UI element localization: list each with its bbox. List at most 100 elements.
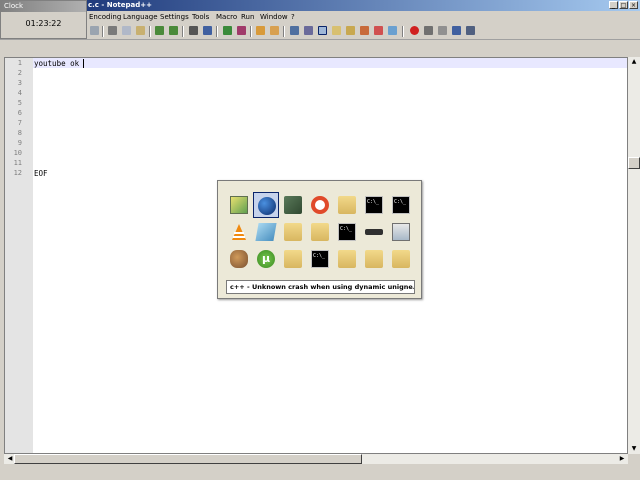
switcher-item-terminal[interactable]: C:\_ xyxy=(388,192,414,218)
view-icon[interactable] xyxy=(388,26,397,35)
line-number: 5 xyxy=(17,99,22,107)
clock-title: Clock xyxy=(1,1,86,12)
switcher-item-folder[interactable] xyxy=(280,246,306,272)
sync-horizontal-icon[interactable] xyxy=(270,26,279,35)
word-wrap-icon[interactable] xyxy=(290,26,299,35)
switcher-item-globe[interactable] xyxy=(253,192,279,218)
copy-icon[interactable] xyxy=(122,26,131,35)
redo-icon[interactable] xyxy=(169,26,178,35)
scroll-right-icon[interactable]: ▶ xyxy=(616,454,628,464)
title-bar: c.c - Notepad++ _ □ × xyxy=(0,0,640,11)
switcher-item-utorrent[interactable]: µ xyxy=(253,246,279,272)
toolbar-separator xyxy=(102,26,104,37)
show-all-characters-icon[interactable] xyxy=(304,26,313,35)
menu-macro[interactable]: Macro xyxy=(216,13,237,21)
folder-icon xyxy=(284,223,302,241)
terminal-icon: C:\_ xyxy=(365,196,383,214)
maximize-button[interactable]: □ xyxy=(619,1,628,9)
zoom-out-icon[interactable] xyxy=(237,26,246,35)
toolbar-separator xyxy=(283,26,285,37)
folder-icon xyxy=(392,250,410,268)
switcher-item-help[interactable] xyxy=(307,192,333,218)
switcher-item-folder[interactable] xyxy=(361,246,387,272)
horizontal-scroll-thumb[interactable] xyxy=(14,454,362,464)
minimize-button[interactable]: _ xyxy=(609,1,618,9)
menu-settings[interactable]: Settings xyxy=(160,13,189,21)
switcher-item-folder[interactable] xyxy=(280,219,306,245)
document-map-icon[interactable] xyxy=(346,26,355,35)
folder-icon xyxy=(284,250,302,268)
zoom-in-icon[interactable] xyxy=(223,26,232,35)
switcher-item-gimp[interactable] xyxy=(226,246,252,272)
switcher-item-paint[interactable] xyxy=(226,192,252,218)
switcher-item-notepad[interactable] xyxy=(253,219,279,245)
switcher-item-terminal[interactable]: C:\_ xyxy=(307,246,333,272)
switcher-item-drive[interactable] xyxy=(361,219,387,245)
code-line[interactable]: EOF xyxy=(34,169,48,178)
switcher-item-folder[interactable] xyxy=(307,219,333,245)
menu-help[interactable]: ? xyxy=(291,13,295,21)
network-icon xyxy=(284,196,302,214)
menu-window[interactable]: Window xyxy=(260,13,288,21)
menu-encoding[interactable]: Encoding xyxy=(89,13,121,21)
monitoring-icon[interactable] xyxy=(374,26,383,35)
close-button[interactable]: × xyxy=(629,1,638,9)
code-line[interactable]: youtube ok xyxy=(34,59,79,68)
line-number: 7 xyxy=(17,119,22,127)
line-number: 8 xyxy=(17,129,22,137)
switcher-item-folder[interactable] xyxy=(334,246,360,272)
switcher-item-network[interactable] xyxy=(280,192,306,218)
folder-icon xyxy=(311,223,329,241)
run-macro-multiple-icon[interactable] xyxy=(452,26,461,35)
switcher-item-terminal[interactable]: C:\_ xyxy=(334,219,360,245)
window-title: c.c - Notepad++ xyxy=(88,1,152,9)
vertical-scroll-thumb[interactable] xyxy=(628,157,640,169)
vertical-scrollbar[interactable]: ▲ ▼ xyxy=(628,57,640,454)
line-number: 1 xyxy=(17,59,22,67)
window-controls: _ □ × xyxy=(609,1,638,9)
scroll-down-icon[interactable]: ▼ xyxy=(628,444,640,454)
clock-widget[interactable]: Clock 01:23:22 xyxy=(0,0,87,39)
record-macro-icon[interactable] xyxy=(410,26,419,35)
menu-language[interactable]: Language xyxy=(123,13,158,21)
cut-icon[interactable] xyxy=(108,26,117,35)
print-icon[interactable] xyxy=(90,26,99,35)
vlc-icon xyxy=(230,223,248,241)
menu-tools[interactable]: Tools xyxy=(192,13,209,21)
save-macro-icon[interactable] xyxy=(466,26,475,35)
play-macro-icon[interactable] xyxy=(438,26,447,35)
menu-bar: Encoding Language Settings Tools Macro R… xyxy=(0,11,640,23)
indent-guide-icon[interactable] xyxy=(318,26,327,35)
toolbar-separator xyxy=(182,26,184,37)
control-panel-icon xyxy=(392,223,410,241)
switcher-caption: c++ - Unknown crash when using dynamic u… xyxy=(226,280,415,294)
paste-icon[interactable] xyxy=(136,26,145,35)
terminal-icon: C:\_ xyxy=(311,250,329,268)
function-list-icon[interactable] xyxy=(360,26,369,35)
line-number: 9 xyxy=(17,139,22,147)
switcher-item-terminal[interactable]: C:\_ xyxy=(361,192,387,218)
clock-time: 01:23:22 xyxy=(25,19,62,28)
stop-macro-icon[interactable] xyxy=(424,26,433,35)
switcher-item-folder[interactable] xyxy=(388,246,414,272)
line-number: 4 xyxy=(17,89,22,97)
horizontal-scrollbar[interactable]: ◀ ▶ xyxy=(4,454,628,464)
switcher-item-control-panel[interactable] xyxy=(388,219,414,245)
globe-icon xyxy=(258,197,276,215)
menu-run[interactable]: Run xyxy=(241,13,254,21)
task-switcher: C:\_ C:\_ C:\_ µ C:\_ c++ - Unknown cras… xyxy=(217,180,422,299)
switcher-item-vlc[interactable] xyxy=(226,219,252,245)
switcher-item-folder[interactable] xyxy=(334,192,360,218)
folder-icon xyxy=(338,196,356,214)
undo-icon[interactable] xyxy=(155,26,164,35)
terminal-icon: C:\_ xyxy=(392,196,410,214)
scroll-up-icon[interactable]: ▲ xyxy=(628,57,640,67)
folder-as-workspace-icon[interactable] xyxy=(332,26,341,35)
toolbar-separator xyxy=(149,26,151,37)
find-icon[interactable] xyxy=(189,26,198,35)
sync-vertical-icon[interactable] xyxy=(256,26,265,35)
line-number: 11 xyxy=(13,159,22,167)
toolbar-separator xyxy=(250,26,252,37)
current-line-highlight xyxy=(33,58,627,68)
replace-icon[interactable] xyxy=(203,26,212,35)
